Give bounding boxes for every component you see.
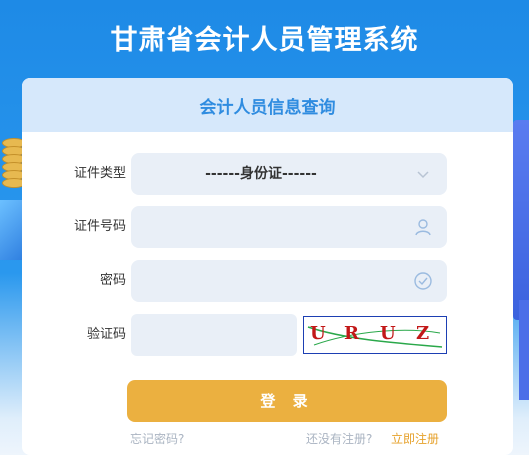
register-link[interactable]: 立即注册 <box>391 430 439 447</box>
id-number-label: 证件号码 <box>73 219 126 234</box>
login-card: 会计人员信息查询 证件类型 ------身份证------ 证件号码 密码 验证… <box>22 78 513 455</box>
captcha-input[interactable] <box>131 314 297 356</box>
captcha-char: U <box>380 323 396 344</box>
id-type-select[interactable]: ------身份证------ <box>131 153 447 195</box>
id-number-row: 证件号码 <box>22 206 513 248</box>
right-decoration <box>513 120 529 320</box>
login-button[interactable]: 登 录 <box>127 380 447 422</box>
captcha-char: R <box>344 323 359 344</box>
no-account-text: 还没有注册? <box>306 432 373 446</box>
box-decoration <box>0 200 24 260</box>
password-input[interactable] <box>131 260 447 302</box>
password-row: 密码 <box>22 260 513 302</box>
captcha-image[interactable]: U R U Z <box>303 316 447 354</box>
user-icon <box>415 219 431 236</box>
id-number-input[interactable] <box>131 206 447 248</box>
captcha-char: Z <box>416 323 430 344</box>
captcha-char: U <box>310 323 326 344</box>
password-label: 密码 <box>99 273 126 288</box>
captcha-row: 验证码 U R U Z <box>22 314 513 356</box>
card-header: 会计人员信息查询 <box>22 78 513 132</box>
id-type-value: ------身份证------ <box>205 166 317 182</box>
card-title: 会计人员信息查询 <box>199 97 336 118</box>
captcha-label: 验证码 <box>86 327 126 342</box>
chevron-down-icon <box>417 171 429 179</box>
id-type-label: 证件类型 <box>73 166 126 181</box>
check-circle-icon <box>414 272 432 290</box>
id-type-row: 证件类型 ------身份证------ <box>22 153 513 195</box>
forgot-password-link[interactable]: 忘记密码? <box>130 430 184 447</box>
right-decoration-lower <box>519 300 529 400</box>
app-title: 甘肃省会计人员管理系统 <box>110 25 419 56</box>
